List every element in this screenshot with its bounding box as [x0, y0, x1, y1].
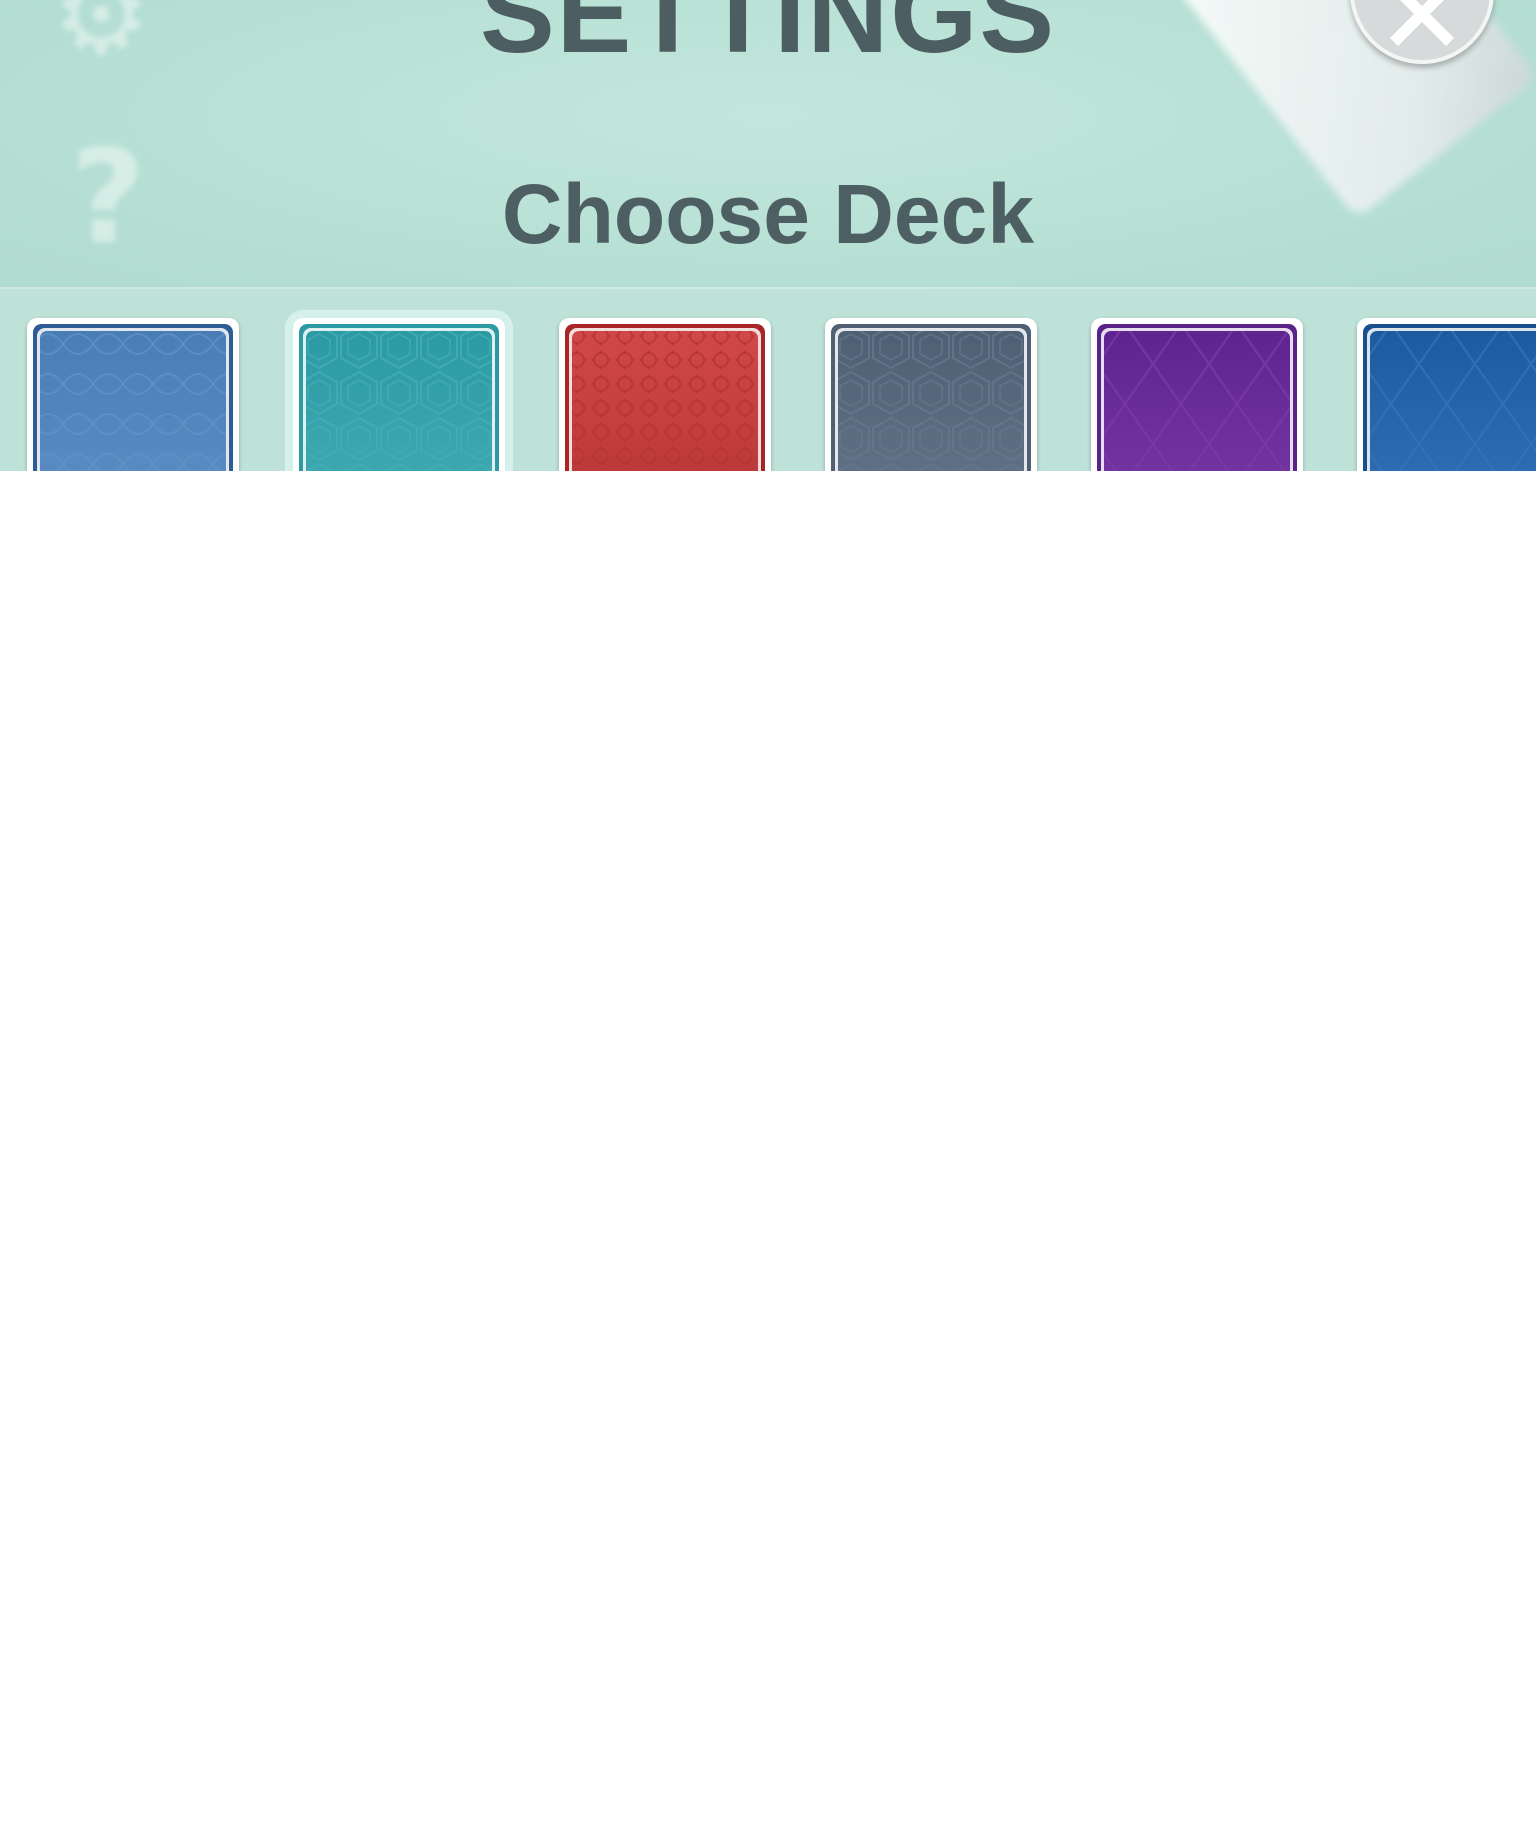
settings-screen: ⚙ ? SETTINGS Choose Deck	[0, 0, 1536, 471]
card-back-image	[1097, 324, 1297, 471]
empty-area	[0, 471, 1536, 1836]
deck-card-red-tiles[interactable]	[559, 318, 771, 471]
deck-card-blue-waves[interactable]	[27, 318, 239, 471]
close-icon	[1390, 0, 1454, 46]
header-panel: ⚙ ? SETTINGS Choose Deck	[0, 0, 1536, 289]
card-back-image	[831, 324, 1031, 471]
card-back-image	[299, 324, 499, 471]
card-back-image	[1363, 324, 1536, 471]
section-title: Choose Deck	[501, 167, 1035, 261]
deck-card-navy-diamond[interactable]	[1357, 318, 1536, 471]
card-back-image	[565, 324, 765, 471]
deck-card-purple-diamond[interactable]	[1091, 318, 1303, 471]
deck-card-slate-hex[interactable]	[825, 318, 1037, 471]
card-back-image	[33, 324, 233, 471]
page-title: SETTINGS	[479, 0, 1057, 76]
deck-card-teal-hex[interactable]	[293, 318, 505, 471]
